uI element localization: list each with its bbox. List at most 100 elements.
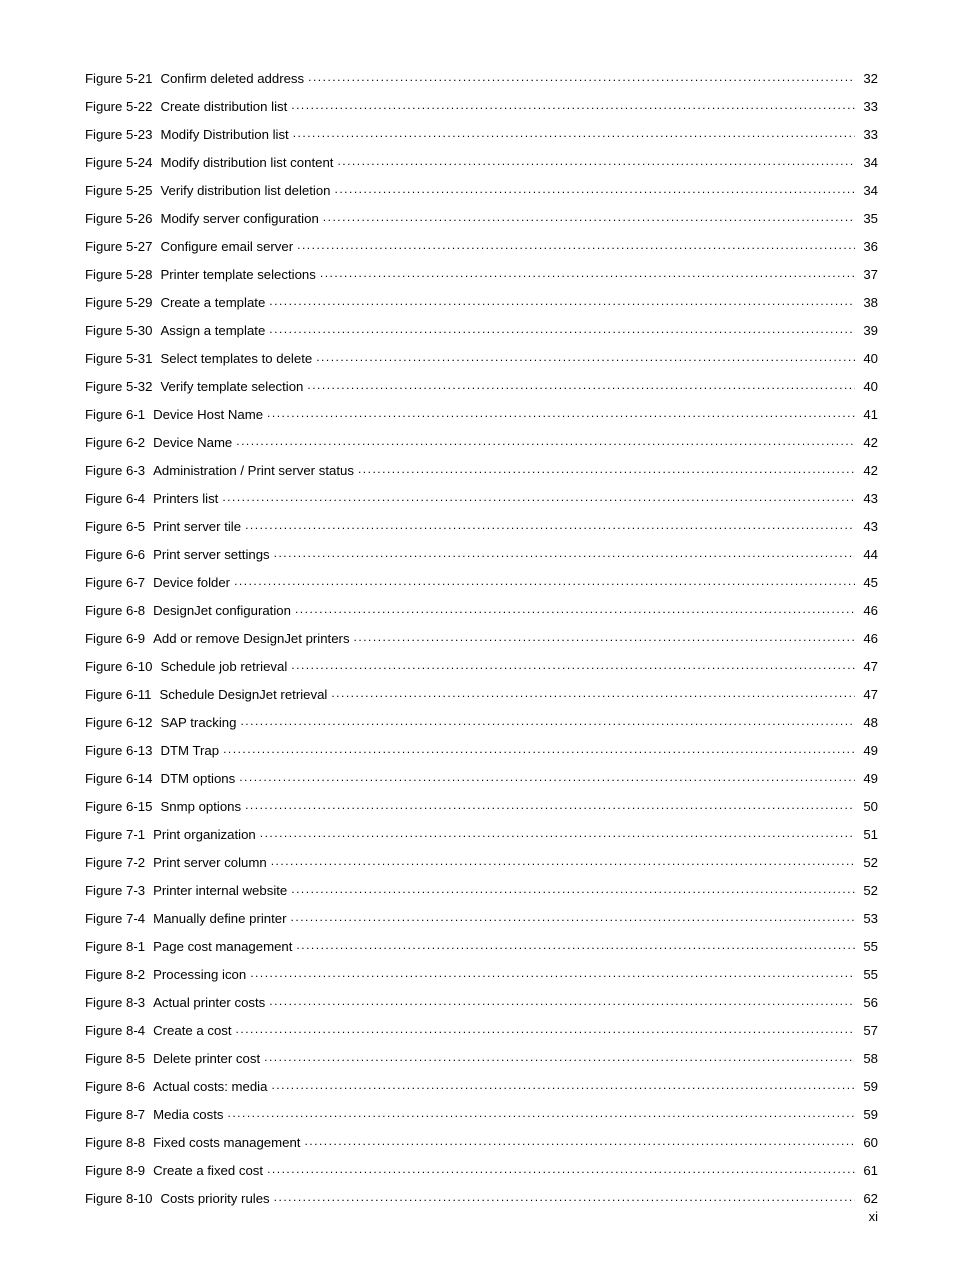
figure-title: Administration / Print server status bbox=[153, 464, 354, 477]
figure-title: DTM Trap bbox=[160, 744, 219, 757]
leader-dots bbox=[234, 574, 855, 587]
leader-dots bbox=[267, 406, 855, 419]
figure-label: Figure 6-12 bbox=[85, 716, 160, 729]
figure-label: Figure 5-24 bbox=[85, 156, 160, 169]
figure-label: Figure 5-23 bbox=[85, 128, 160, 141]
figure-label: Figure 6-10 bbox=[85, 660, 160, 673]
toc-entry: Figure 6-7Device folder45 bbox=[85, 574, 878, 589]
figure-label: Figure 7-2 bbox=[85, 856, 153, 869]
page-ref: 52 bbox=[859, 884, 878, 897]
figure-title: Confirm deleted address bbox=[160, 72, 304, 85]
page-ref: 34 bbox=[859, 184, 878, 197]
figure-label: Figure 6-1 bbox=[85, 408, 153, 421]
page-ref: 44 bbox=[859, 548, 878, 561]
toc-entry: Figure 5-22Create distribution list33 bbox=[85, 98, 878, 113]
page-ref: 57 bbox=[859, 1024, 878, 1037]
figure-title: Modify server configuration bbox=[160, 212, 318, 225]
figure-title: Create a cost bbox=[153, 1024, 231, 1037]
figure-label: Figure 5-32 bbox=[85, 380, 160, 393]
leader-dots bbox=[323, 210, 856, 223]
figure-label: Figure 6-3 bbox=[85, 464, 153, 477]
figure-title: DTM options bbox=[160, 772, 235, 785]
toc-entry: Figure 5-29Create a template38 bbox=[85, 294, 878, 309]
toc-entry: Figure 8-10Costs priority rules62 bbox=[85, 1189, 878, 1204]
page-ref: 58 bbox=[859, 1052, 878, 1065]
toc-entry: Figure 8-8Fixed costs management60 bbox=[85, 1133, 878, 1148]
toc-entry: Figure 5-28Printer template selections37 bbox=[85, 266, 878, 281]
leader-dots bbox=[291, 98, 855, 111]
leader-dots bbox=[308, 70, 855, 83]
toc-entry: Figure 6-12SAP tracking48 bbox=[85, 714, 878, 729]
leader-dots bbox=[316, 350, 855, 363]
figure-label: Figure 5-28 bbox=[85, 268, 160, 281]
toc-entry: Figure 6-10Schedule job retrieval47 bbox=[85, 658, 878, 673]
figure-label: Figure 5-25 bbox=[85, 184, 160, 197]
leader-dots bbox=[354, 630, 856, 643]
figure-title: Delete printer cost bbox=[153, 1052, 260, 1065]
figure-title: Add or remove DesignJet printers bbox=[153, 632, 349, 645]
leader-dots bbox=[291, 910, 856, 923]
figure-title: Device folder bbox=[153, 576, 230, 589]
toc-entry: Figure 5-23Modify Distribution list33 bbox=[85, 126, 878, 141]
page-number: xi bbox=[869, 1209, 878, 1224]
figure-label: Figure 6-8 bbox=[85, 604, 153, 617]
toc-entry: Figure 7-3Printer internal website52 bbox=[85, 882, 878, 897]
leader-dots bbox=[274, 546, 856, 559]
toc-entry: Figure 6-6Print server settings44 bbox=[85, 546, 878, 561]
figure-title: Print server column bbox=[153, 856, 267, 869]
figure-label: Figure 6-15 bbox=[85, 800, 160, 813]
leader-dots bbox=[250, 966, 855, 979]
toc-entry: Figure 6-8DesignJet configuration46 bbox=[85, 602, 878, 617]
page-ref: 60 bbox=[859, 1136, 878, 1149]
page-ref: 46 bbox=[859, 604, 878, 617]
toc-entry: Figure 7-1Print organization51 bbox=[85, 826, 878, 841]
leader-dots bbox=[227, 1105, 855, 1118]
leader-dots bbox=[269, 294, 855, 307]
leader-dots bbox=[295, 602, 855, 615]
page-ref: 39 bbox=[859, 324, 878, 337]
figure-title: Costs priority rules bbox=[160, 1192, 269, 1205]
figure-title: Printers list bbox=[153, 492, 218, 505]
toc-entry: Figure 8-7Media costs59 bbox=[85, 1105, 878, 1120]
page-ref: 52 bbox=[859, 856, 878, 869]
leader-dots bbox=[240, 714, 855, 727]
page-ref: 51 bbox=[859, 828, 878, 841]
page-ref: 61 bbox=[859, 1164, 878, 1177]
figure-label: Figure 8-2 bbox=[85, 968, 153, 981]
toc-entry: Figure 5-31Select templates to delete40 bbox=[85, 350, 878, 365]
leader-dots bbox=[236, 1021, 856, 1034]
leader-dots bbox=[307, 378, 855, 391]
page-ref: 37 bbox=[859, 268, 878, 281]
figure-title: Snmp options bbox=[160, 800, 241, 813]
leader-dots bbox=[222, 490, 855, 503]
figure-label: Figure 7-1 bbox=[85, 828, 153, 841]
page-ref: 62 bbox=[859, 1192, 878, 1205]
page-ref: 56 bbox=[859, 996, 878, 1009]
page-ref: 49 bbox=[859, 744, 878, 757]
leader-dots bbox=[236, 434, 855, 447]
figure-label: Figure 7-3 bbox=[85, 884, 153, 897]
toc-entry: Figure 5-24Modify distribution list cont… bbox=[85, 154, 878, 169]
leader-dots bbox=[291, 658, 855, 671]
page-ref: 49 bbox=[859, 772, 878, 785]
toc-entry: Figure 6-9Add or remove DesignJet printe… bbox=[85, 630, 878, 645]
leader-dots bbox=[260, 826, 856, 839]
toc-entry: Figure 6-2Device Name42 bbox=[85, 434, 878, 449]
toc-entry: Figure 8-9Create a fixed cost 61 bbox=[85, 1161, 878, 1176]
figure-label: Figure 8-8 bbox=[85, 1136, 153, 1149]
toc-entry: Figure 5-30Assign a template39 bbox=[85, 322, 878, 337]
figure-title: Print server tile bbox=[153, 520, 241, 533]
page-ref: 34 bbox=[859, 156, 878, 169]
figure-label: Figure 8-9 bbox=[85, 1164, 153, 1177]
figure-title: Processing icon bbox=[153, 968, 246, 981]
figure-title: Create distribution list bbox=[160, 100, 287, 113]
leader-dots bbox=[245, 518, 855, 531]
figure-title: Create a fixed cost bbox=[153, 1164, 263, 1177]
toc-entry: Figure 7-2Print server column 52 bbox=[85, 854, 878, 869]
leader-dots bbox=[291, 882, 855, 895]
figure-title: Modify Distribution list bbox=[160, 128, 288, 141]
figure-title: Media costs bbox=[153, 1108, 223, 1121]
figure-label: Figure 5-29 bbox=[85, 296, 160, 309]
toc-entry: Figure 8-2Processing icon55 bbox=[85, 966, 878, 981]
figure-title: Select templates to delete bbox=[160, 352, 312, 365]
